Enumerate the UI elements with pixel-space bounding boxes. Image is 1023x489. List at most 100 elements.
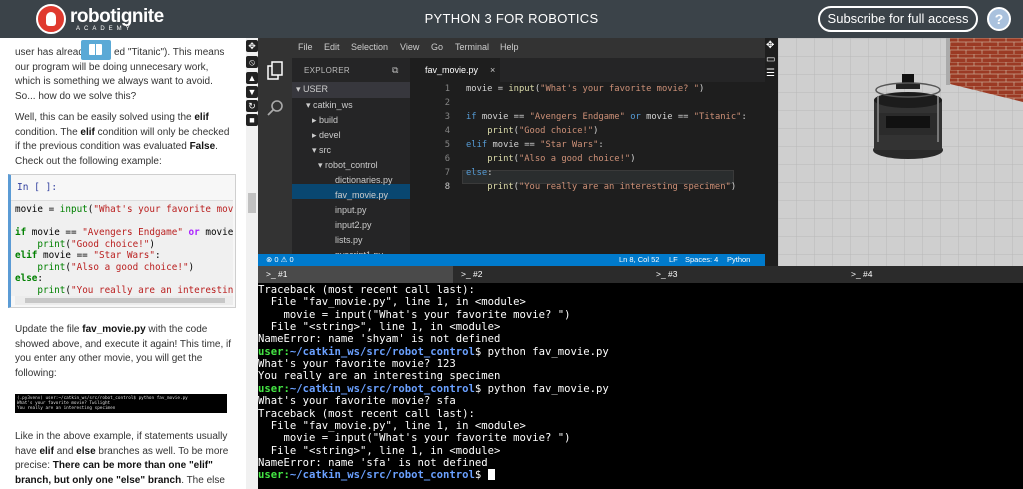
menu-help[interactable]: Help xyxy=(500,42,519,52)
menu-selection[interactable]: Selection xyxy=(351,42,388,52)
close-icon[interactable]: × xyxy=(490,58,495,82)
down-icon[interactable]: ▼ xyxy=(246,86,258,98)
list-icon[interactable]: ☰ xyxy=(766,68,775,79)
p1-prefix: user has alread xyxy=(15,47,84,58)
menu-go[interactable]: Go xyxy=(431,42,443,52)
eol-indicator[interactable]: LF xyxy=(669,254,678,266)
cell-scroll-thumb[interactable] xyxy=(25,298,225,303)
cell-input-prompt: In [ ]: xyxy=(17,182,58,193)
terminal-prompt-line: user:~/catkin_ws/src/robot_control$ xyxy=(258,469,495,481)
tab-label: fav_movie.py xyxy=(425,65,479,75)
cell-line-6: print("Also a good choice!") xyxy=(37,261,195,273)
status-bar: ⊗ 0 ⚠ 0 Ln 8, Col 52 LF Spaces: 4 Python xyxy=(258,254,778,266)
cell-line-7: else: xyxy=(15,273,43,284)
tree-item-input2[interactable]: input2.py xyxy=(335,220,372,230)
activity-bar xyxy=(258,38,292,266)
code-area[interactable]: 1 2 3 4 5 6 7 8 movie = input("What's yo… xyxy=(410,82,778,254)
p2-elif-1: elif xyxy=(194,112,209,123)
notebook-paragraph-2: Well, this can be easily solved using th… xyxy=(15,111,235,169)
p3-file: fav_movie.py xyxy=(82,324,146,335)
cursor-position[interactable]: Ln 8, Col 52 xyxy=(619,254,659,266)
tree-item-src[interactable]: ▾ src xyxy=(312,145,331,156)
tree-item-catkin-ws[interactable]: ▾ catkin_ws xyxy=(306,100,353,111)
new-file-icon[interactable]: ⧉ xyxy=(392,65,398,76)
up-icon[interactable]: ▲ xyxy=(246,72,258,84)
tree-item-build[interactable]: ▸ build xyxy=(312,115,338,126)
code-line-3: if movie == "Avengers Endgame" or movie … xyxy=(466,112,747,122)
stop-icon[interactable]: ■ xyxy=(246,114,258,126)
p2-elif-2: elif xyxy=(80,126,95,138)
search-icon[interactable] xyxy=(267,100,283,116)
cell-code[interactable]: movie = input("What's your favorite movi… xyxy=(11,200,233,296)
p2-false: False xyxy=(189,141,216,152)
cell-line-3: if movie == "Avengers Endgame" or movie … xyxy=(15,227,233,238)
help-button[interactable]: ? xyxy=(987,7,1011,31)
tree-item-robot-control[interactable]: ▾ robot_control xyxy=(318,160,378,171)
prompt-user: user: xyxy=(258,345,290,358)
robot-logo-icon xyxy=(36,4,66,34)
terminal-tab-3[interactable]: >_ #3 xyxy=(648,266,843,283)
fullscreen-icon[interactable]: ✥ xyxy=(246,40,258,52)
line-number: 5 xyxy=(444,140,450,150)
prompt-command: $ python fav_movie.py xyxy=(474,382,609,395)
monitor-icon[interactable]: ▭ xyxy=(766,54,775,65)
notebook-panel: user has alread ed "Titanic"). This means… xyxy=(0,38,246,489)
menu-file[interactable]: File xyxy=(298,42,313,52)
tree-arrow: ▾ xyxy=(296,84,301,94)
cell-horizontal-scrollbar[interactable] xyxy=(15,296,233,305)
subscribe-button[interactable]: Subscribe for full access xyxy=(818,6,978,32)
cell-line-8: print("You really are an interesting xyxy=(37,284,233,296)
tree-item-fav-movie[interactable]: fav_movie.py xyxy=(335,190,388,200)
line-number: 2 xyxy=(444,98,450,108)
tree-label: devel xyxy=(319,130,341,140)
terminal-line: What's your favorite movie? 123 xyxy=(258,358,456,371)
terminal-output[interactable]: Traceback (most recent call last): File … xyxy=(258,283,1023,489)
tree-item-dictionaries[interactable]: dictionaries.py xyxy=(335,175,393,185)
indent-indicator[interactable]: Spaces: 4 xyxy=(685,254,718,266)
terminal-tab-2[interactable]: >_ #2 xyxy=(453,266,648,283)
terminal-cursor xyxy=(487,469,495,481)
terminal-tab-4[interactable]: >_ #4 xyxy=(843,266,1023,283)
menu-terminal[interactable]: Terminal xyxy=(455,42,489,52)
line-number: 6 xyxy=(444,154,450,164)
terminal-line: What's your favorite movie? sfa xyxy=(258,395,456,408)
book-icon[interactable] xyxy=(81,40,111,60)
p4-text-b: and xyxy=(53,445,77,457)
tree-item-devel[interactable]: ▸ devel xyxy=(312,130,341,141)
tree-item-user[interactable]: ▾ USER xyxy=(296,84,328,95)
example-terminal-image: (.py3venv) user:~/catkin_ws/src/robot_co… xyxy=(15,394,227,413)
top-bar: robotignite ACADEMY PYTHON 3 FOR ROBOTIC… xyxy=(0,0,1023,38)
prompt-path: ~/catkin_ws/src/robot_control xyxy=(289,382,475,395)
robotignite-logo[interactable]: robotignite ACADEMY xyxy=(36,4,184,34)
code-line-1: movie = input("What's your favorite movi… xyxy=(466,84,705,94)
tree-item-lists[interactable]: lists.py xyxy=(335,235,363,245)
tree-arrow: ▾ xyxy=(306,100,311,110)
hide-icon[interactable]: ⦸ xyxy=(246,56,258,68)
terminal-tab-1[interactable]: >_ #1 xyxy=(258,266,453,283)
language-indicator[interactable]: Python xyxy=(727,254,750,266)
files-icon[interactable] xyxy=(267,61,283,80)
notebook-paragraph-3: Update the file fav_movie.py with the co… xyxy=(15,323,235,381)
tab-fav-movie[interactable]: fav_movie.py × xyxy=(410,58,500,82)
menu-view[interactable]: View xyxy=(400,42,419,52)
reload-icon[interactable]: ↻ xyxy=(246,100,258,112)
notebook-scroll-thumb[interactable] xyxy=(248,193,256,213)
simulation-tools: ✥ ▭ ☰ xyxy=(765,38,778,266)
gazebo-3d-view[interactable] xyxy=(778,38,1023,266)
error-count: 0 xyxy=(274,255,279,264)
code-cell[interactable]: In [ ]: movie = input("What's your favor… xyxy=(8,174,236,308)
menu-edit[interactable]: Edit xyxy=(324,42,340,52)
code-line-8: print("You really are an interesting spe… xyxy=(487,182,737,192)
tree-item-input[interactable]: input.py xyxy=(335,205,367,215)
line-number: 4 xyxy=(444,126,450,136)
fullscreen-icon[interactable]: ✥ xyxy=(766,40,774,51)
problems-indicator[interactable]: ⊗ 0 ⚠ 0 xyxy=(266,254,294,266)
code-line-6: print("Also a good choice!") xyxy=(487,154,636,164)
terminal-line: File "<string>", line 1, in <module> xyxy=(258,321,501,334)
cell-line-4: print("Good choice!") xyxy=(37,238,155,250)
tree-label: build xyxy=(319,115,339,125)
p2-text-b: condition. The xyxy=(15,126,81,138)
terminal-line: movie = input("What's your favorite movi… xyxy=(258,308,571,321)
terminal-line: You really are an interesting specimen xyxy=(258,370,501,383)
terminal-line: Traceback (most recent call last): xyxy=(258,284,475,296)
